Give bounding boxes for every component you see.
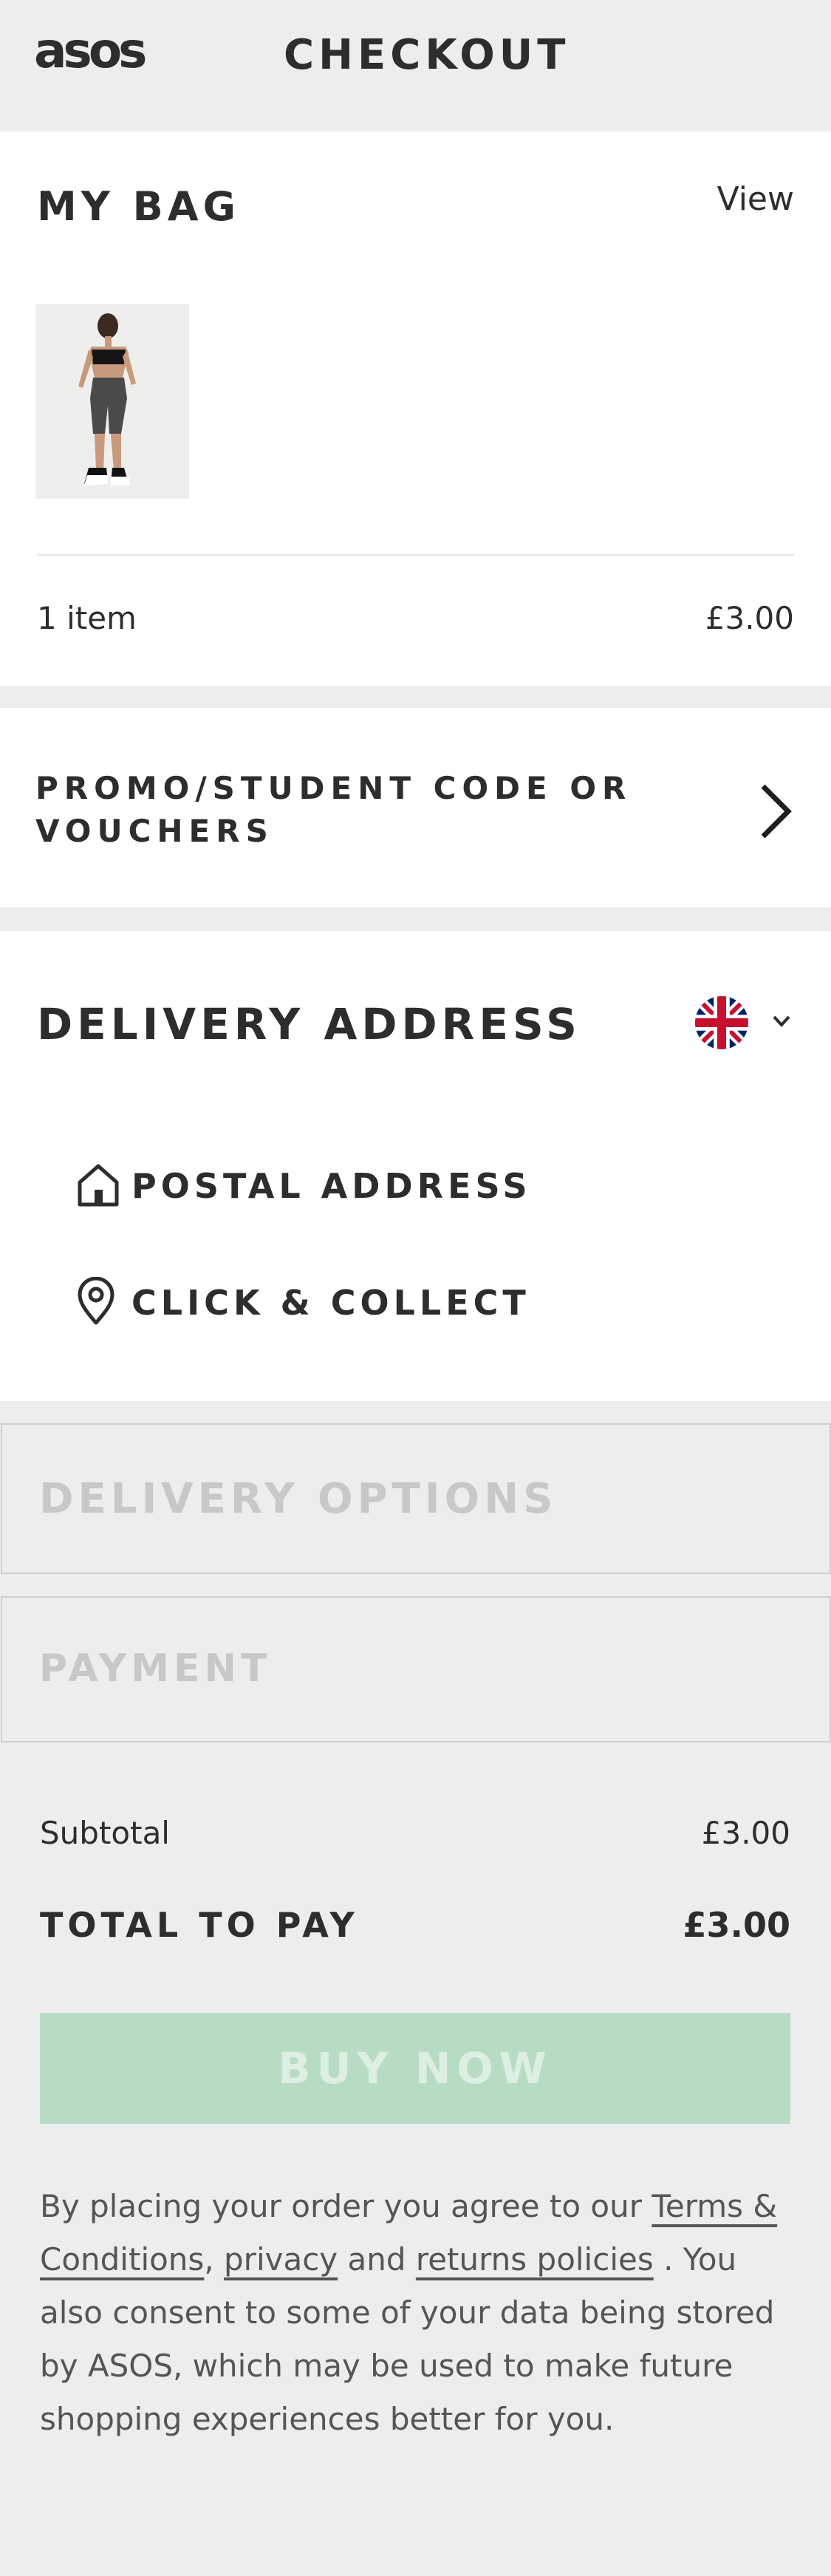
location-pin-icon xyxy=(78,1277,114,1325)
bag-total: £3.00 xyxy=(705,600,794,636)
total-value: £3.00 xyxy=(683,1905,790,1945)
bag-item-count: 1 item xyxy=(37,600,137,636)
legal-notice: By placing your order you agree to our T… xyxy=(40,2180,801,2446)
uk-flag-icon[interactable] xyxy=(695,996,748,1049)
promo-code-label: PROMO/STUDENT CODE OR VOUCHERS xyxy=(35,770,632,849)
asos-logo[interactable]: asos xyxy=(34,22,147,79)
chevron-right-icon xyxy=(761,784,792,839)
delivery-options-section: DELIVERY OPTIONS xyxy=(1,1423,831,1574)
view-bag-link[interactable]: View xyxy=(717,180,794,218)
page-title: CHECKOUT xyxy=(284,31,570,79)
payment-title: PAYMENT xyxy=(39,1646,272,1691)
my-bag-panel: MY BAG View 1 item £3.00 xyxy=(0,132,831,686)
subtotal-label: Subtotal xyxy=(40,1815,170,1851)
delivery-options-title: DELIVERY OPTIONS xyxy=(39,1475,558,1523)
total-label: TOTAL TO PAY xyxy=(40,1905,359,1945)
promo-code-row[interactable]: PROMO/STUDENT CODE OR VOUCHERS xyxy=(0,708,831,907)
chevron-down-icon[interactable] xyxy=(771,1014,792,1029)
returns-link[interactable]: returns policies xyxy=(416,2241,654,2277)
legal-and: and xyxy=(338,2241,416,2277)
my-bag-title: MY BAG xyxy=(37,183,240,230)
postal-address-label: POSTAL ADDRESS xyxy=(131,1166,532,1206)
buy-now-button[interactable]: BUY NOW xyxy=(40,2013,790,2124)
legal-text-1: By placing your order you agree to our xyxy=(40,2188,652,2224)
header: asos CHECKOUT xyxy=(0,0,831,132)
privacy-link[interactable]: privacy xyxy=(224,2241,338,2277)
legal-sep: , xyxy=(204,2241,225,2277)
payment-section: PAYMENT xyxy=(1,1596,831,1742)
click-and-collect-label: CLICK & COLLECT xyxy=(131,1283,530,1323)
divider xyxy=(37,554,794,556)
house-icon xyxy=(78,1164,119,1207)
product-thumbnail[interactable] xyxy=(35,304,189,499)
delivery-address-title: DELIVERY ADDRESS xyxy=(37,999,581,1049)
subtotal-value: £3.00 xyxy=(701,1815,790,1851)
